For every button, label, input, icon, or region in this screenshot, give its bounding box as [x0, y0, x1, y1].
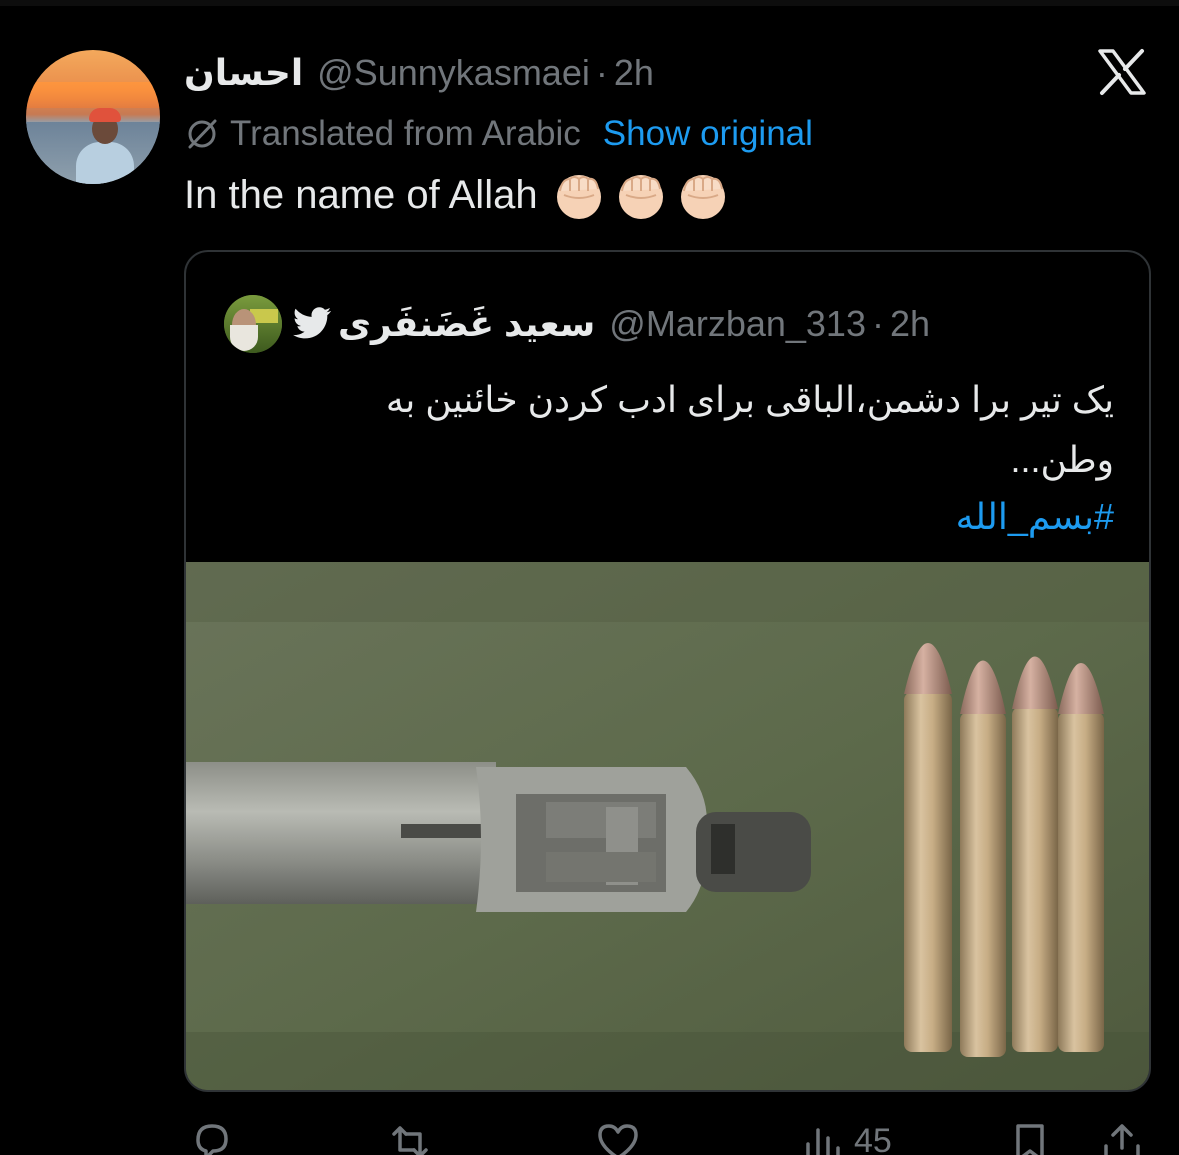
avatar[interactable]: [26, 50, 160, 184]
quoted-display-name[interactable]: سعید غَضَنفَری: [338, 303, 595, 345]
retweet-icon: [392, 1126, 428, 1155]
x-logo-icon[interactable]: [1096, 48, 1148, 96]
views-icon: [806, 1128, 840, 1155]
separator-dot: ·: [871, 303, 884, 344]
quoted-handle[interactable]: @Marzban_313: [609, 303, 866, 345]
quoted-photo[interactable]: [186, 562, 1151, 1092]
tweet-text: In the name of Allah: [184, 168, 728, 222]
tweet-header: احسان @Sunnykasmaei · 2h: [184, 48, 654, 98]
translated-label: Translated from Arabic: [230, 114, 581, 153]
reply-icon: [196, 1124, 228, 1155]
quoted-tweet-header: سعید غَضَنفَری @Marzban_313 · 2h: [224, 294, 930, 354]
top-divider: [0, 0, 1179, 6]
handle[interactable]: @Sunnykasmaei: [317, 52, 590, 94]
hashtag-link[interactable]: #بسم_الله: [272, 490, 1114, 544]
reply-button[interactable]: [188, 1118, 236, 1155]
tweet-body: In the name of Allah: [184, 172, 538, 217]
quoted-timestamp[interactable]: 2h: [890, 303, 930, 345]
bookmark-button[interactable]: [1006, 1118, 1054, 1155]
quoted-text-line: یک تیر برا دشمن،الباقی برای ادب کردن خائ…: [385, 379, 1114, 420]
raised-fist-emoji-icon: [556, 175, 601, 219]
translate-off-icon: [188, 119, 217, 149]
show-original-link[interactable]: Show original: [603, 114, 813, 154]
cartridges: [904, 643, 1104, 1057]
retweet-button[interactable]: [386, 1118, 434, 1155]
quoted-text-line: وطن...: [1010, 439, 1114, 480]
share-button[interactable]: [1098, 1118, 1146, 1155]
action-bar: 45: [0, 1118, 1179, 1155]
tweet-view: احسان @Sunnykasmaei · 2h Translated from…: [0, 0, 1179, 1155]
views-button[interactable]: 45: [800, 1118, 892, 1155]
views-count: 45: [854, 1122, 892, 1155]
twitter-bird-icon: [293, 307, 332, 339]
bookmark-icon: [1016, 1124, 1044, 1155]
timestamp[interactable]: 2h: [614, 52, 654, 94]
share-icon: [1104, 1124, 1140, 1155]
separator-dot: ·: [595, 52, 608, 93]
quoted-text: یک تیر برا دشمن،الباقی برای ادب کردن خائ…: [272, 370, 1114, 544]
translation-notice: Translated from Arabic Show original: [184, 110, 813, 158]
quoted-tweet[interactable]: سعید غَضَنفَری @Marzban_313 · 2h یک تیر …: [184, 250, 1151, 1092]
display-name[interactable]: احسان: [184, 52, 303, 94]
raised-fist-emoji-icon: [680, 175, 725, 219]
heart-icon: [598, 1124, 638, 1155]
like-button[interactable]: [594, 1118, 642, 1155]
quoted-avatar[interactable]: [224, 295, 282, 353]
raised-fist-emoji-icon: [618, 175, 663, 219]
